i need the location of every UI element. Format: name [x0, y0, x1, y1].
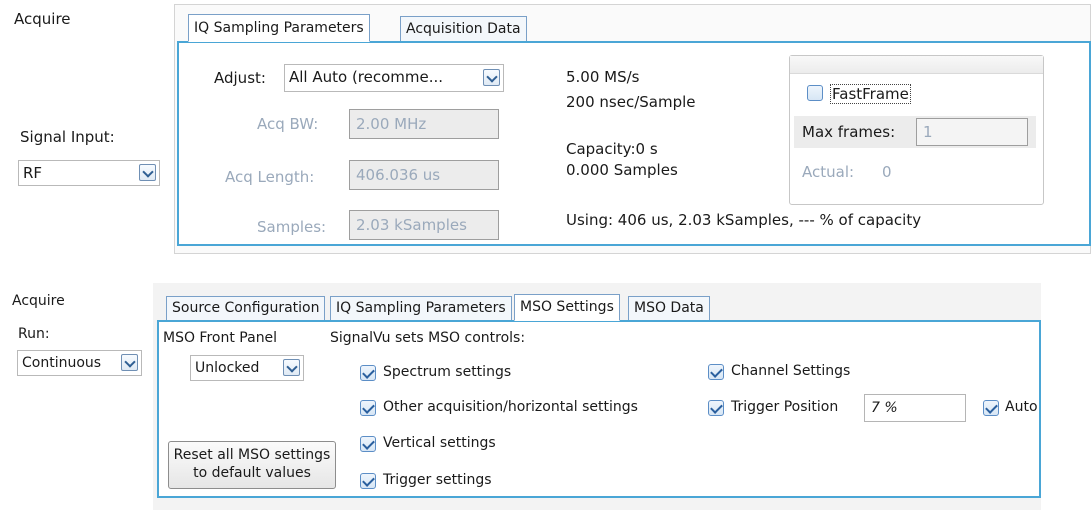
acq-bw-field[interactable]: 2.00 MHz [349, 109, 499, 139]
spectrum-settings-label: Spectrum settings [383, 364, 512, 380]
signal-input-dropdown[interactable]: RF [18, 160, 160, 186]
acquire-title: Acquire [12, 293, 65, 309]
signal-input-label: Signal Input: [20, 128, 115, 146]
adjust-dropdown[interactable]: All Auto (recomme... [284, 64, 504, 92]
capacity-samples-text: 0.000 Samples [566, 161, 678, 179]
other-acq-settings-label: Other acquisition/horizontal settings [383, 399, 638, 415]
max-frames-field[interactable]: 1 [916, 118, 1028, 146]
other-acq-settings-checkbox[interactable] [360, 400, 376, 416]
acq-length-field[interactable]: 406.036 us [349, 160, 499, 190]
fastframe-label[interactable]: FastFrame [830, 84, 911, 104]
signal-input-value: RF [23, 164, 43, 182]
adjust-value: All Auto (recomme... [289, 68, 444, 86]
reset-mso-settings-button[interactable]: Reset all MSO settings to default values [168, 441, 336, 489]
run-dropdown[interactable]: Continuous [17, 350, 142, 376]
separator [0, 261, 1091, 281]
group-header [790, 56, 1043, 74]
tab-mso-data[interactable]: MSO Data [628, 296, 710, 321]
run-label: Run: [18, 326, 50, 342]
chevron-down-icon [139, 164, 156, 181]
fastframe-group: FastFrame Max frames: 1 Actual: 0 [789, 55, 1044, 205]
acquire-title: Acquire [14, 10, 71, 28]
run-value: Continuous [22, 355, 102, 371]
tab-acquisition-data[interactable]: Acquisition Data [400, 16, 527, 42]
iq-sampling-content: Adjust: All Auto (recomme... Acq BW: 2.0… [177, 41, 1091, 246]
max-frames-label: Max frames: [802, 123, 896, 141]
trigger-position-input[interactable]: 7 % [864, 394, 966, 422]
tab-source-configuration[interactable]: Source Configuration [166, 296, 326, 321]
chevron-down-icon [483, 69, 500, 86]
mso-settings-content: MSO Front Panel Unlocked SignalVu sets M… [157, 320, 1041, 498]
channel-settings-checkbox[interactable] [708, 364, 724, 380]
tab-mso-settings[interactable]: MSO Settings [514, 294, 620, 321]
acq-length-label: Acq Length: [225, 168, 315, 186]
trigger-settings-checkbox[interactable] [360, 473, 376, 489]
samples-label: Samples: [257, 218, 327, 236]
vertical-settings-checkbox[interactable] [360, 436, 376, 452]
sample-rate-text: 5.00 MS/s [566, 68, 640, 86]
reset-button-line1: Reset all MSO settings [173, 447, 331, 463]
acquire-panel-bottom: Acquire Run: Continuous Source Configura… [0, 283, 1091, 510]
tab-iq-sampling-parameters[interactable]: IQ Sampling Parameters [330, 296, 512, 321]
acquire-panel-top: Acquire Signal Input: RF IQ Sampling Par… [0, 0, 1091, 258]
front-panel-dropdown[interactable]: Unlocked [190, 355, 304, 381]
capacity-text: Capacity:0 s [566, 140, 658, 158]
channel-settings-label: Channel Settings [731, 363, 851, 379]
reset-button-line2: to default values [193, 465, 311, 481]
samples-field[interactable]: 2.03 kSamples [349, 210, 499, 240]
vertical-settings-label: Vertical settings [383, 435, 496, 451]
trigger-settings-label: Trigger settings [383, 472, 492, 488]
tab-iq-sampling-parameters[interactable]: IQ Sampling Parameters [188, 14, 370, 42]
front-panel-label: MSO Front Panel [163, 330, 278, 346]
adjust-label: Adjust: [214, 69, 266, 87]
auto-checkbox[interactable] [983, 400, 999, 416]
front-panel-value: Unlocked [195, 360, 260, 376]
auto-label: Auto [1005, 399, 1038, 415]
fastframe-checkbox[interactable] [807, 85, 823, 101]
actual-label: Actual: [802, 163, 855, 181]
actual-value: 0 [882, 163, 892, 181]
acq-bw-label: Acq BW: [257, 115, 319, 133]
trigger-position-checkbox[interactable] [708, 400, 724, 416]
chevron-down-icon [283, 359, 300, 376]
trigger-position-label: Trigger Position [731, 399, 839, 415]
signalvu-sets-label: SignalVu sets MSO controls: [330, 330, 526, 346]
chevron-down-icon [121, 354, 138, 371]
spectrum-settings-checkbox[interactable] [360, 365, 376, 381]
time-per-sample-text: 200 nsec/Sample [566, 93, 696, 111]
usage-summary-text: Using: 406 us, 2.03 kSamples, --- % of c… [566, 211, 922, 229]
